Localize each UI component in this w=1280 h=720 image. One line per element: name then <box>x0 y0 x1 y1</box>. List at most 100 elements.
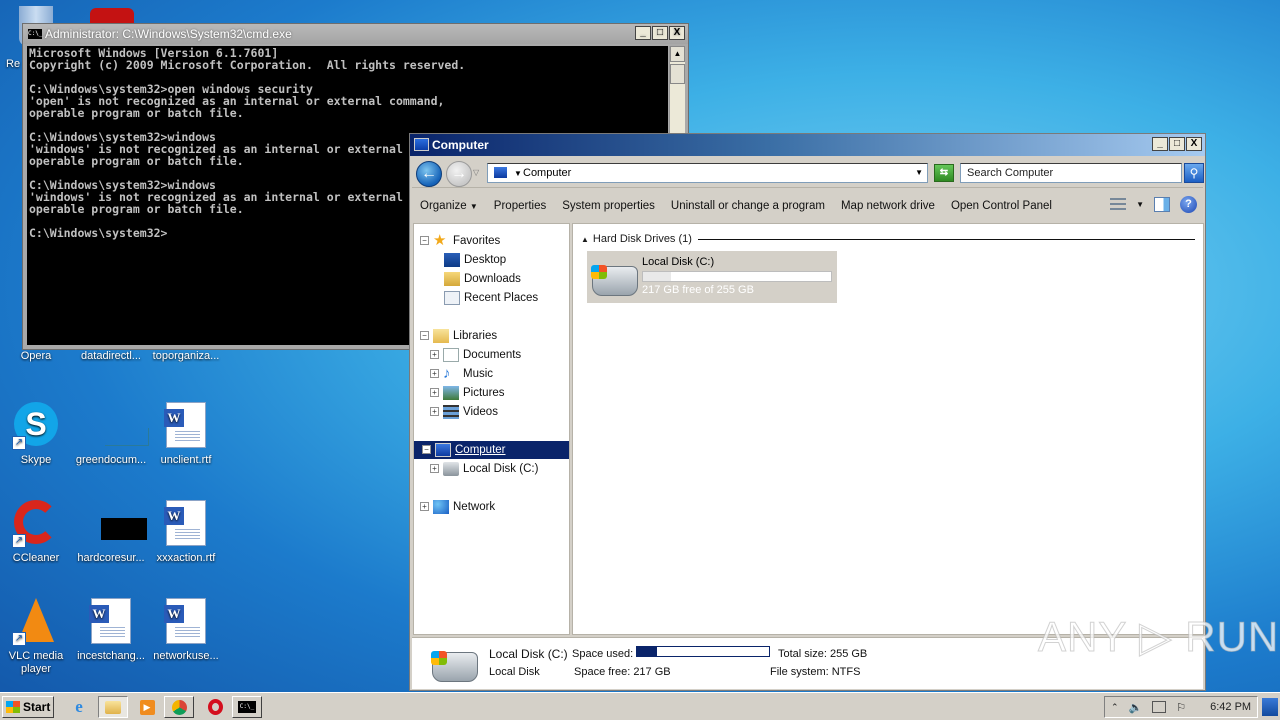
address-bar[interactable]: ▼ Computer ▼ <box>487 163 928 183</box>
breadcrumb-chevron-icon[interactable]: ▼ <box>514 169 522 178</box>
expand-icon[interactable]: + <box>430 369 439 379</box>
preview-pane-icon[interactable] <box>1154 197 1170 212</box>
start-button[interactable]: Start <box>2 696 54 718</box>
content-pane: ▲ Hard Disk Drives (1) Local Disk (C:) 2… <box>572 223 1204 635</box>
drive-usage-bar <box>642 271 832 282</box>
search-icon[interactable]: ⚲ <box>1184 163 1204 183</box>
chrome-icon <box>171 699 187 715</box>
nav-libraries[interactable]: − Libraries <box>420 327 497 345</box>
maximize-button[interactable]: □ <box>1169 137 1185 151</box>
network-status-icon[interactable] <box>1152 701 1167 713</box>
forward-button[interactable]: → <box>446 161 472 187</box>
desktop-icon-skype[interactable]: S ↗ Skype <box>0 402 74 466</box>
breadcrumb-computer[interactable]: Computer <box>523 167 571 179</box>
space-used-fill <box>637 647 657 656</box>
nav-pictures[interactable]: + Pictures <box>430 384 505 402</box>
star-icon: ★ <box>433 231 447 249</box>
properties-button[interactable]: Properties <box>486 200 554 212</box>
expand-icon[interactable]: + <box>430 464 439 474</box>
desktop-icon-word[interactable]: W networkuse... <box>148 598 224 662</box>
music-note-icon: ♪ <box>443 364 451 382</box>
collapse-icon[interactable]: − <box>420 331 429 341</box>
opera-icon <box>207 699 223 715</box>
desktop-icon-vlc[interactable]: ↗ VLC media player <box>0 598 74 676</box>
taskbar: Start e ▶ C:\_ ⌃ 🔈 ⚐ 6:42 PM <box>0 692 1280 720</box>
taskbar-windows-explorer[interactable] <box>98 696 128 718</box>
cmd-title: Administrator: C:\Windows\System32\cmd.e… <box>45 27 292 41</box>
back-button[interactable]: ← <box>416 161 442 187</box>
volume-icon[interactable]: 🔈 <box>1129 701 1143 714</box>
nav-local-disk[interactable]: + Local Disk (C:) <box>430 460 538 478</box>
scrollbar-thumb[interactable] <box>670 64 685 84</box>
collapse-group-icon[interactable]: ▲ <box>581 235 589 244</box>
clock[interactable]: 6:42 PM <box>1210 701 1251 713</box>
nav-recent-places[interactable]: Recent Places <box>444 289 538 307</box>
refresh-icon[interactable]: ⇆ <box>934 164 954 182</box>
minimize-button[interactable]: _ <box>635 26 651 40</box>
taskbar-opera[interactable] <box>200 696 230 718</box>
drive-tile-local-disk-c[interactable]: Local Disk (C:) 217 GB free of 255 GB <box>587 251 837 303</box>
drive-name: Local Disk (C:) <box>642 256 715 268</box>
nav-computer[interactable]: − Computer <box>414 441 569 459</box>
show-hidden-icons-icon[interactable]: ⌃ <box>1111 702 1119 713</box>
system-properties-button[interactable]: System properties <box>554 200 663 212</box>
word-document-icon: W <box>87 598 135 646</box>
map-network-drive-button[interactable]: Map network drive <box>833 200 943 212</box>
total-size: Total size: 255 GB <box>778 648 868 660</box>
scroll-up-arrow-icon[interactable]: ▲ <box>670 46 685 62</box>
desktop-icon-word[interactable]: W unclient.rtf <box>148 402 224 466</box>
taskbar-media-player[interactable]: ▶ <box>132 696 162 718</box>
documents-icon <box>443 347 459 362</box>
desktop-icon-file[interactable]: hardcoresur... <box>73 500 149 564</box>
close-button[interactable]: X <box>1186 137 1202 151</box>
explorer-title-bar[interactable]: Computer _ □ X <box>410 134 1205 156</box>
change-view-icon[interactable] <box>1110 197 1127 212</box>
folder-icon <box>105 700 121 714</box>
downloads-folder-icon <box>444 271 460 286</box>
expand-icon[interactable]: + <box>430 388 439 398</box>
view-options-dropdown-icon[interactable]: ▼ <box>1136 200 1144 209</box>
desktop-icon-word[interactable]: W xxxaction.rtf <box>148 500 224 564</box>
desktop-icon-file[interactable]: greendocum... <box>73 402 149 466</box>
help-icon[interactable]: ? <box>1180 196 1197 213</box>
command-bar: Organize ▼ Properties System properties … <box>412 192 1203 220</box>
taskbar-internet-explorer[interactable]: e <box>64 696 94 718</box>
nav-videos[interactable]: + Videos <box>430 403 498 421</box>
open-control-panel-button[interactable]: Open Control Panel <box>943 200 1060 212</box>
nav-music[interactable]: + ♪ Music <box>430 365 493 383</box>
cmd-title-bar[interactable]: C:\_ Administrator: C:\Windows\System32\… <box>23 24 688 44</box>
explorer-window[interactable]: Computer _ □ X ← → ▽ ▼ Computer ▼ ⇆ Sear… <box>409 133 1206 691</box>
address-dropdown-icon[interactable]: ▼ <box>915 168 923 177</box>
close-button[interactable]: X <box>669 26 685 40</box>
ccleaner-icon: ↗ <box>12 500 60 548</box>
group-header-hard-disk-drives[interactable]: ▲ Hard Disk Drives (1) <box>581 232 1195 246</box>
nav-documents[interactable]: + Documents <box>430 346 521 364</box>
desktop-icon-word[interactable]: W incestchang... <box>73 598 149 662</box>
collapse-icon[interactable]: − <box>422 445 431 455</box>
desktop-icon <box>444 252 460 267</box>
expand-icon[interactable]: + <box>430 350 439 360</box>
collapse-icon[interactable]: − <box>420 236 429 246</box>
explorer-title: Computer <box>432 138 489 152</box>
nav-network[interactable]: + Network <box>420 498 495 516</box>
taskbar-chrome[interactable] <box>164 696 194 718</box>
skype-icon: S ↗ <box>12 402 60 450</box>
cmd-icon: C:\_ <box>28 29 43 39</box>
show-desktop-button[interactable] <box>1262 698 1278 716</box>
recent-pages-dropdown-icon[interactable]: ▽ <box>473 168 479 177</box>
taskbar-cmd[interactable]: C:\_ <box>232 696 262 718</box>
desktop-icon-ccleaner[interactable]: ↗ CCleaner <box>0 500 74 564</box>
minimize-button[interactable]: _ <box>1152 137 1168 151</box>
cmd-icon: C:\_ <box>238 701 256 713</box>
videos-icon <box>443 404 459 419</box>
organize-menu[interactable]: Organize ▼ <box>412 200 486 212</box>
maximize-button[interactable]: □ <box>652 26 668 40</box>
uninstall-program-button[interactable]: Uninstall or change a program <box>663 200 833 212</box>
nav-downloads[interactable]: Downloads <box>444 270 521 288</box>
expand-icon[interactable]: + <box>430 407 439 417</box>
action-center-flag-icon[interactable]: ⚐ <box>1176 701 1186 714</box>
expand-icon[interactable]: + <box>420 502 429 512</box>
nav-favorites[interactable]: − ★ Favorites <box>420 232 500 250</box>
search-input[interactable]: Search Computer <box>960 163 1182 183</box>
nav-desktop[interactable]: Desktop <box>444 251 506 269</box>
